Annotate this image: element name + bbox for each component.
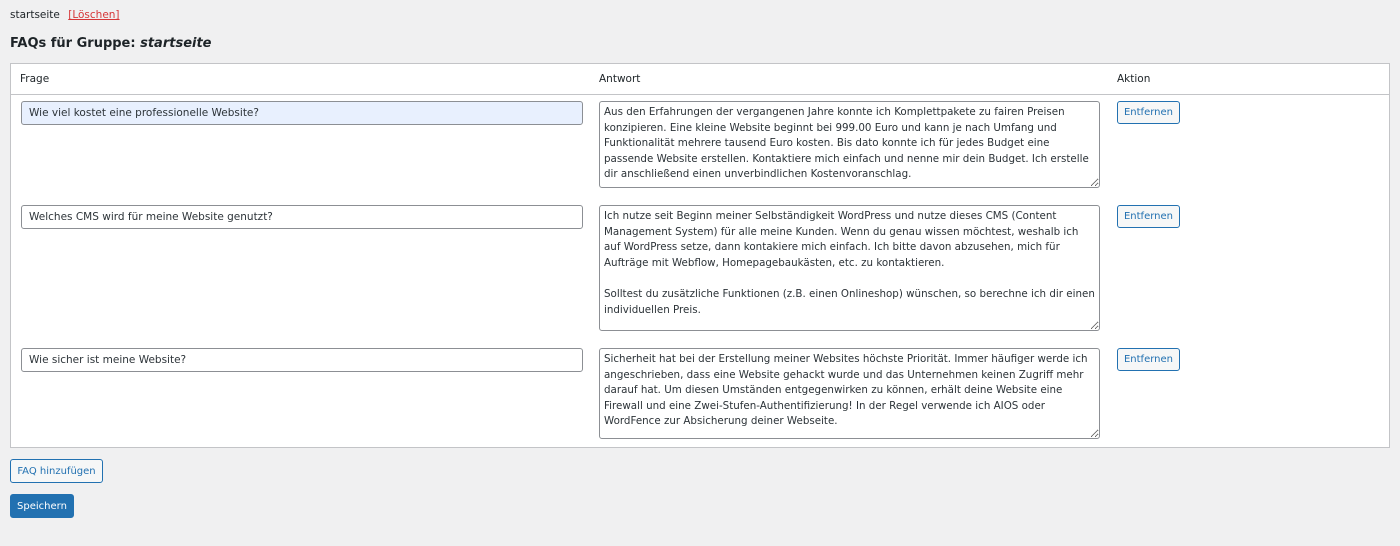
page-title-prefix: FAQs für Gruppe:: [10, 36, 136, 51]
answer-textarea[interactable]: Sicherheit hat bei der Erstellung meiner…: [599, 348, 1100, 439]
group-name: startseite: [10, 9, 60, 21]
page-title: FAQs für Gruppe: startseite: [10, 35, 212, 53]
table-header: Frage Antwort Aktion: [11, 64, 1389, 95]
group-header: startseite [Löschen]: [10, 9, 120, 21]
column-header-aktion: Aktion: [1117, 73, 1151, 85]
page-title-group: startseite: [140, 36, 212, 51]
delete-group-link[interactable]: [Löschen]: [68, 9, 119, 21]
column-header-frage: Frage: [20, 73, 50, 85]
remove-faq-button[interactable]: Entfernen: [1117, 205, 1180, 228]
remove-faq-button[interactable]: Entfernen: [1117, 101, 1180, 124]
save-button[interactable]: Speichern: [10, 494, 74, 518]
answer-textarea[interactable]: Ich nutze seit Beginn meiner Selbständig…: [599, 205, 1100, 331]
remove-faq-button[interactable]: Entfernen: [1117, 348, 1180, 371]
question-input[interactable]: [21, 101, 583, 125]
question-input[interactable]: [21, 348, 583, 372]
faq-table: Frage Antwort Aktion Aus den Erfahrungen…: [10, 63, 1390, 448]
question-input[interactable]: [21, 205, 583, 229]
answer-textarea[interactable]: Aus den Erfahrungen der vergangenen Jahr…: [599, 101, 1100, 188]
column-header-antwort: Antwort: [599, 73, 641, 85]
add-faq-button[interactable]: FAQ hinzufügen: [10, 459, 103, 483]
